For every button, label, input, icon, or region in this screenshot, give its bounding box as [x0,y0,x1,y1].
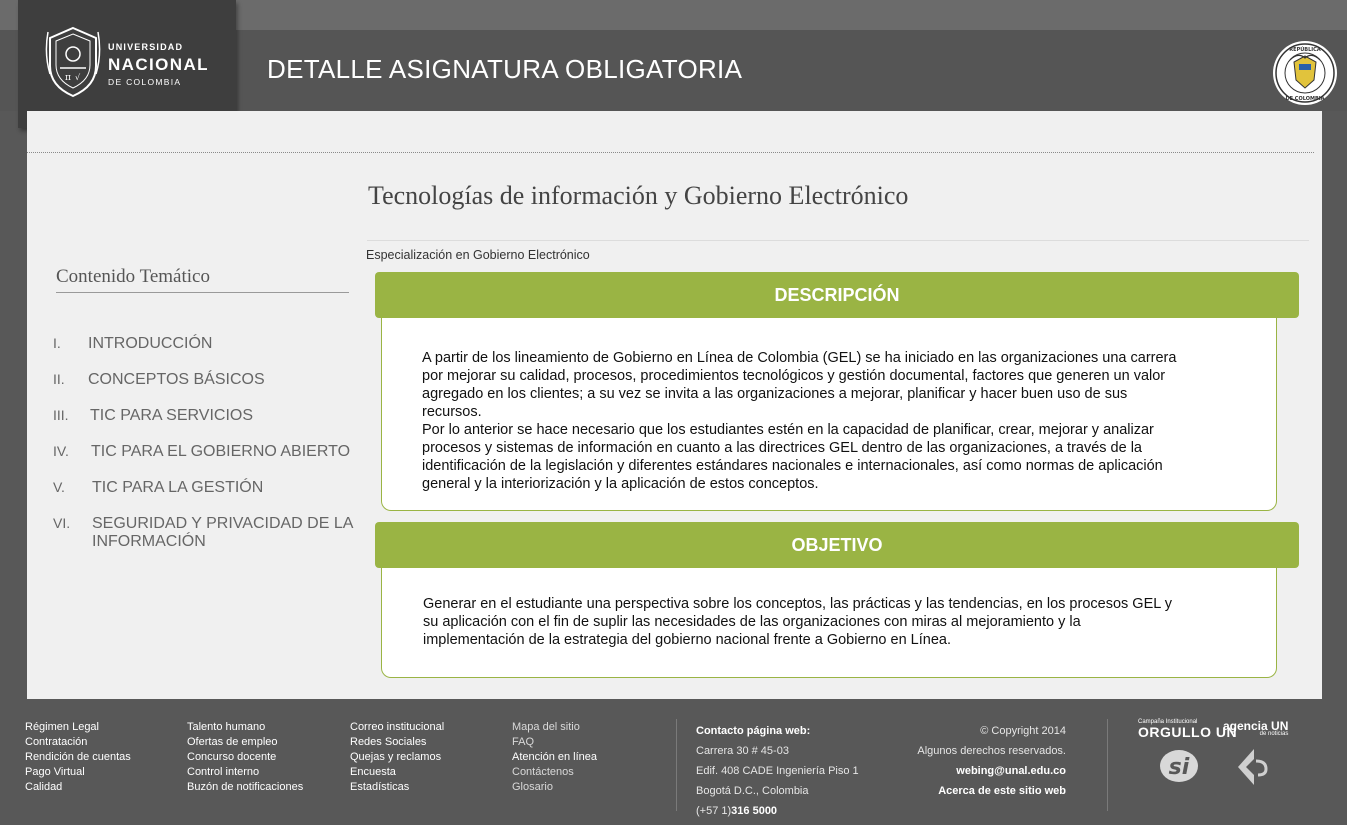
seal-bottom-text: DE COLOMBIA [1285,96,1324,102]
footer-link[interactable]: Contáctenos [512,765,597,780]
logo-line2: NACIONAL [108,55,209,74]
agencia-un-logo[interactable]: agencia UN de noticias [1223,719,1288,737]
descripcion-box: A partir de los lineamiento de Gobierno … [381,318,1277,511]
contact-line: Carrera 30 # 45-03 [696,745,789,757]
descripcion-line: A partir de los lineamiento de Gobierno … [422,350,1177,366]
topic-number: VI. [53,515,71,531]
footer-link[interactable]: Buzón de notificaciones [187,780,303,795]
seal-top-text: REPÚBLICA [1289,46,1321,53]
footer-separator [1107,719,1108,811]
topic-number: II. [53,371,65,387]
footer-link[interactable]: Estadísticas [350,780,444,795]
rights-text: Algunos derechos reservados. [917,745,1066,757]
objetivo-line: su aplicación con el fin de suplir las n… [423,614,1081,630]
footer-link[interactable]: Atención en línea [512,750,597,765]
objetivo-box: Generar en el estudiante una perspectiva… [381,568,1277,678]
footer-column-2: Talento humano Ofertas de empleo Concurs… [187,720,303,795]
about-site-link[interactable]: Acerca de este sitio web [938,785,1066,797]
topic-label: SEGURIDAD Y PRIVACIDAD DE LA [92,515,354,532]
footer-link[interactable]: Quejas y reclamos [350,750,444,765]
topic-number: I. [53,335,61,351]
gov-arrow-logo-icon[interactable] [1232,747,1272,787]
footer-link[interactable]: Correo institucional [350,720,444,735]
main-content: Tecnologías de información y Gobierno El… [27,111,1322,699]
topic-label: TIC PARA LA GESTIÓN [92,479,264,496]
topic-number: IV. [53,443,69,459]
phone-number: 316 5000 [731,805,778,817]
objetivo-heading: OBJETIVO [375,522,1299,568]
logo-wordmark: UNIVERSIDAD NACIONAL DE COLOMBIA [108,42,209,87]
footer-link[interactable]: Calidad [25,780,131,795]
footer-link[interactable]: Contratación [25,735,131,750]
svg-text:si: si [1169,755,1190,780]
objetivo-text: Generar en el estudiante una perspectiva… [423,595,1276,649]
copyright-block: © Copyright 2014 Algunos derechos reserv… [880,721,1066,801]
logo-line1: UNIVERSIDAD [108,42,184,52]
descripcion-line: agregado en los clientes; a su vez se in… [422,386,1128,402]
footer-link[interactable]: Rendición de cuentas [25,750,131,765]
contact-block: Contacto página web: Carrera 30 # 45-03 … [696,721,859,821]
dotted-divider [27,152,1314,153]
descripcion-text: A partir de los lineamiento de Gobierno … [422,349,1276,493]
footer-link[interactable]: Ofertas de empleo [187,735,303,750]
program-name: Especialización en Gobierno Electrónico [366,248,590,262]
footer-link[interactable]: Glosario [512,780,597,795]
objetivo-line: Generar en el estudiante una perspectiva… [423,596,1173,612]
footer-link[interactable]: Encuesta [350,765,444,780]
page-title: DETALLE ASIGNATURA OBLIGATORIA [267,54,743,84]
descripcion-line: Por lo anterior se hace necesario que lo… [422,422,1154,438]
objetivo-line: implementación de la estrategia del gobi… [423,632,951,648]
topic-label-line2: INFORMACIÓN [92,533,206,550]
descripcion-line: identificación de la legislación y difer… [422,458,1163,474]
topic-label: TIC PARA SERVICIOS [90,407,254,424]
phone-prefix: (+57 1) [696,805,732,817]
contact-phone: (+57 1)316 5000 [696,801,859,821]
footer-column-1: Régimen Legal Contratación Rendición de … [25,720,131,795]
footer-separator [676,719,677,811]
footer-link[interactable]: Mapa del sitio [512,720,597,735]
email-link[interactable]: webing@unal.edu.co [956,765,1066,777]
footer: Régimen Legal Contratación Rendición de … [0,699,1347,825]
footer-column-4: Mapa del sitio FAQ Atención en línea Con… [512,720,597,795]
svg-text:π: π [65,73,71,83]
topic-label: TIC PARA EL GOBIERNO ABIERTO [91,443,351,460]
copyright-text: © Copyright 2014 [980,725,1066,737]
footer-link[interactable]: Redes Sociales [350,735,444,750]
footer-link[interactable]: FAQ [512,735,597,750]
footer-link[interactable]: Concurso docente [187,750,303,765]
descripcion-heading: DESCRIPCIÓN [375,272,1299,318]
contact-line: Bogotá D.C., Colombia [696,785,809,797]
contact-line: Edif. 408 CADE Ingeniería Piso 1 [696,765,859,777]
si-logo-icon[interactable]: si [1158,747,1200,785]
republica-seal-icon[interactable]: REPÚBLICA DE COLOMBIA [1272,40,1338,106]
footer-link[interactable]: Régimen Legal [25,720,131,735]
topic-label: INTRODUCCIÓN [88,335,213,352]
svg-text:√: √ [75,73,81,82]
sidebar-title: Contenido Temático [56,266,349,293]
escudo-icon: π √ [45,26,101,98]
topic-number: III. [53,407,69,423]
footer-link[interactable]: Talento humano [187,720,303,735]
contact-title: Contacto página web: [696,725,811,737]
title-rule [367,240,1309,241]
footer-link[interactable]: Pago Virtual [25,765,131,780]
descripcion-line: por mejorar su calidad, procesos, proced… [422,368,1166,384]
course-title: Tecnologías de información y Gobierno El… [368,181,909,210]
footer-column-3: Correo institucional Redes Sociales Quej… [350,720,444,795]
logo-line3: DE COLOMBIA [108,77,182,87]
descripcion-line: procesos y sistemas de información en cu… [422,440,1143,456]
topic-label: CONCEPTOS BÁSICOS [88,371,265,388]
descripcion-line: recursos. [422,404,482,420]
topic-number: V. [53,479,65,495]
footer-link[interactable]: Control interno [187,765,303,780]
descripcion-line: general y la interiorización y la aplica… [422,476,819,492]
university-logo[interactable]: π √ UNIVERSIDAD NACIONAL DE COLOMBIA [18,0,236,128]
